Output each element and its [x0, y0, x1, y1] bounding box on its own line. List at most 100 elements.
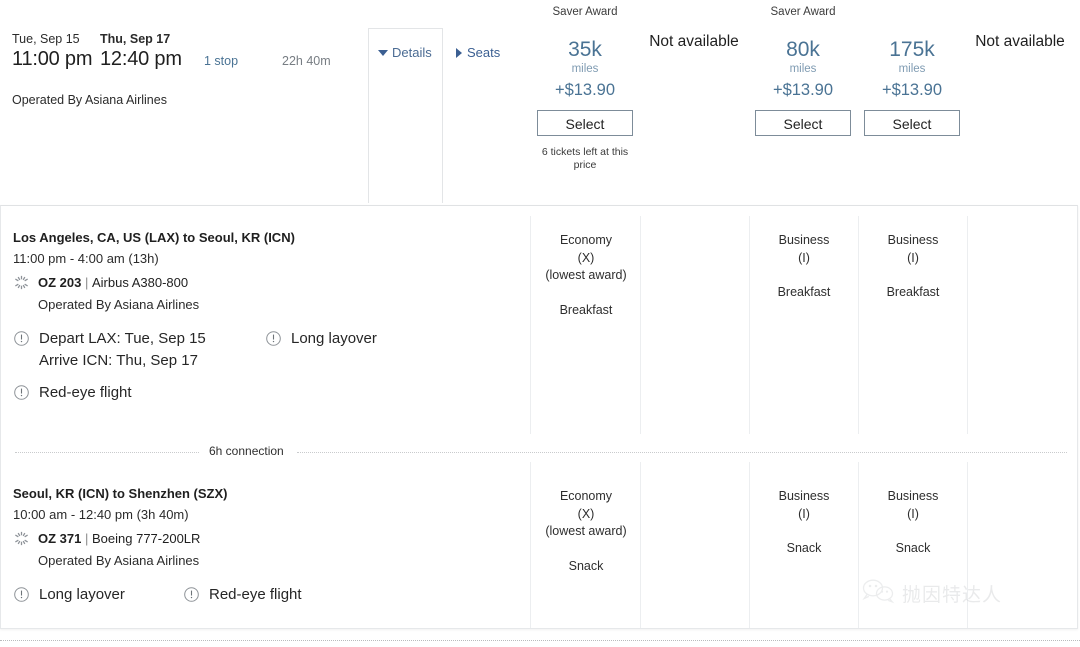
cabin-cell-business-2: Business (I) Breakfast — [858, 232, 968, 302]
alert-date-change: Depart LAX: Tue, Sep 15 Arrive ICN: Thu, … — [13, 328, 265, 372]
seats-label: Seats — [467, 45, 501, 60]
cabin-cell-business-1: Business (I) Snack — [749, 488, 859, 558]
fare-miles-amount: 80k — [786, 38, 820, 61]
fare-miles-unit: miles — [898, 63, 926, 75]
segment-1-alerts: Depart LAX: Tue, Sep 15 Arrive ICN: Thu, … — [13, 328, 523, 404]
fare-column-not-available-2: Not available — [975, 33, 1065, 50]
star-alliance-icon — [13, 274, 30, 291]
segment-times: 10:00 am - 12:40 pm (3h 40m) — [13, 507, 189, 522]
flight-segment-1: Los Angeles, CA, US (LAX) to Seoul, KR (… — [1, 206, 1077, 431]
flight-details-panel: Los Angeles, CA, US (LAX) to Seoul, KR (… — [0, 205, 1078, 629]
alert-long-layover: Long layover — [13, 584, 183, 606]
segment-route: Los Angeles, CA, US (LAX) to Seoul, KR (… — [13, 230, 295, 245]
connection-separator: 6h connection — [1, 444, 1077, 460]
star-alliance-icon — [13, 530, 30, 547]
segment-operated-by: Operated By Asiana Airlines — [38, 297, 200, 312]
bottom-dashed-divider — [0, 640, 1080, 641]
alert-text: Long layover — [39, 586, 125, 603]
segment-1-info: Los Angeles, CA, US (LAX) to Seoul, KR (… — [13, 230, 523, 404]
cabin-cell-business-1: Business (I) Breakfast — [749, 232, 859, 302]
meal-service: Snack — [895, 541, 931, 555]
seats-toggle-button[interactable]: Seats — [456, 45, 500, 60]
alert-circle-icon — [183, 586, 200, 603]
cabin-code: (I) — [907, 250, 919, 265]
details-label: Details — [392, 45, 432, 60]
dashed-line-right — [297, 452, 1067, 453]
alert-text: Depart LAX: Tue, Sep 15 Arrive ICN: Thu, … — [39, 330, 206, 369]
select-button[interactable]: Select — [864, 110, 960, 136]
dashed-line-left — [15, 452, 199, 453]
fare-column-business-standard: 175k miles +$13.90 Select — [857, 0, 967, 136]
arrive-time: 12:40 pm — [100, 48, 182, 70]
flight-number-and-aircraft: OZ 203 | Airbus A380-800 — [38, 275, 188, 290]
cabin-cell-economy: Economy (X) (lowest award) Breakfast — [531, 232, 641, 319]
fare-header — [857, 6, 967, 22]
cabin-code: (I) — [798, 250, 810, 265]
aircraft-type: Airbus A380-800 — [92, 275, 189, 290]
fare-header: Saver Award — [770, 6, 836, 18]
total-duration: 22h 40m — [282, 54, 331, 68]
fare-miles-unit: miles — [571, 63, 599, 75]
cabin-name: Business — [887, 233, 939, 247]
stops-count[interactable]: 1 stop — [204, 54, 282, 68]
alert-red-eye: Red-eye flight — [13, 382, 523, 404]
segment-flight-line: OZ 203 | Airbus A380-800 — [13, 274, 523, 291]
chevron-down-icon — [378, 49, 388, 56]
flight-number: OZ 371 — [38, 531, 82, 546]
cabin-name: Business — [778, 489, 830, 503]
cabin-name: Business — [887, 489, 939, 503]
cabin-name: Economy — [559, 233, 613, 247]
cabin-code: (X) — [577, 506, 595, 521]
cabin-cell-business-2: Business (I) Snack — [858, 488, 968, 558]
alert-circle-icon — [13, 384, 30, 401]
fare-header: Saver Award — [552, 6, 618, 18]
meal-service: Snack — [568, 558, 604, 573]
tickets-left-note: 6 tickets left at this price — [541, 146, 629, 171]
fare-cash-price: +$13.90 — [881, 81, 943, 99]
meal-service: Snack — [786, 541, 822, 555]
alert-text: Red-eye flight — [39, 384, 132, 401]
details-toggle-button[interactable]: Details — [378, 45, 432, 60]
segment-flight-line: OZ 371 | Boeing 777-200LR — [13, 530, 523, 547]
itinerary-summary: Tue, Sep 15 Thu, Sep 17 11:00 pm 12:40 p… — [12, 28, 362, 107]
cabin-name: Business — [778, 233, 830, 247]
cabin-name: Economy — [559, 489, 613, 503]
alert-text: Long layover — [291, 330, 377, 347]
alert-circle-icon — [13, 586, 30, 603]
separator: | — [84, 531, 89, 546]
chevron-right-icon — [456, 47, 462, 58]
alert-row: Depart LAX: Tue, Sep 15 Arrive ICN: Thu, … — [13, 328, 523, 372]
alert-red-eye: Red-eye flight — [183, 584, 302, 606]
alert-long-layover: Long layover — [265, 328, 377, 350]
fare-column-economy-saver: Saver Award 35k miles +$13.90 Select 6 t… — [530, 0, 640, 172]
cabin-code: (I) — [798, 506, 810, 521]
cabin-note: (lowest award) — [545, 268, 627, 282]
alert-circle-icon — [13, 330, 30, 347]
cabin-code: (I) — [907, 506, 919, 521]
select-button[interactable]: Select — [537, 110, 633, 136]
flight-summary-row: Tue, Sep 15 Thu, Sep 17 11:00 pm 12:40 p… — [0, 0, 1080, 203]
alert-row: Long layover Red-eye flight — [13, 584, 523, 606]
depart-time: 11:00 pm — [12, 48, 93, 70]
operated-by-summary: Operated By Asiana Airlines — [12, 93, 167, 107]
fare-column-business-saver: Saver Award 80k miles +$13.90 Select — [748, 0, 858, 136]
separator: | — [84, 275, 89, 290]
segment-times: 11:00 pm - 4:00 am (13h) — [13, 251, 159, 266]
arrive-date: Thu, Sep 17 — [100, 32, 171, 46]
flight-number: OZ 203 — [38, 275, 82, 290]
times-line: 11:00 pm 12:40 pm 1 stop 22h 40m — [12, 47, 362, 72]
cabin-note: (lowest award) — [545, 524, 627, 538]
fare-miles-unit: miles — [789, 63, 817, 75]
aircraft-type: Boeing 777-200LR — [92, 531, 201, 546]
segment-2-alerts: Long layover Red-eye flight — [13, 584, 523, 606]
segment-route: Seoul, KR (ICN) to Shenzhen (SZX) — [13, 486, 228, 501]
alert-text: Red-eye flight — [209, 586, 302, 603]
meal-service: Breakfast — [777, 285, 831, 299]
fare-cash-price: +$13.90 — [772, 81, 834, 99]
flight-number-and-aircraft: OZ 371 | Boeing 777-200LR — [38, 531, 200, 546]
segment-operated-by: Operated By Asiana Airlines — [38, 553, 200, 568]
depart-date: Tue, Sep 15 — [12, 32, 80, 46]
dates-line: Tue, Sep 15 Thu, Sep 17 — [12, 28, 362, 46]
fare-cash-price: +$13.90 — [554, 81, 616, 99]
select-button[interactable]: Select — [755, 110, 851, 136]
